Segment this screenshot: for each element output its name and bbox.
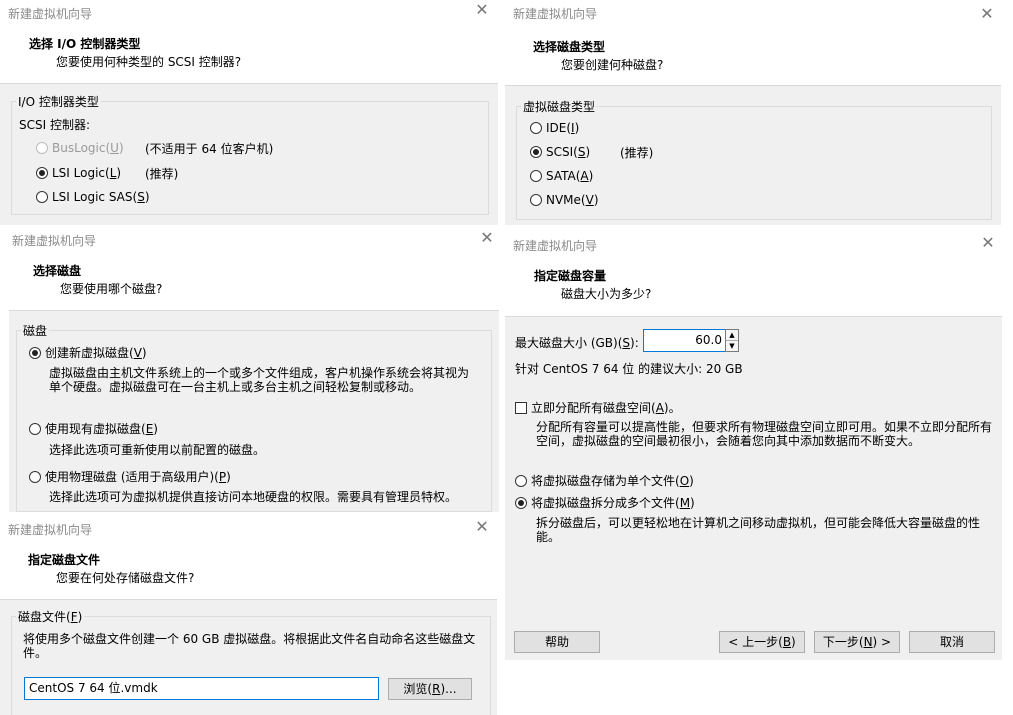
close-icon[interactable]: ✕ [979,6,995,22]
radio-sata[interactable]: SATA(A) [530,169,593,183]
radio-store-single-file[interactable]: 将虚拟磁盘存储为单个文件(O) [515,472,694,489]
dialog-body: 磁盘文件(F) 将使用多个磁盘文件创建一个 60 GB 虚拟磁盘。将根据此文件名… [0,600,497,715]
radio-button[interactable] [29,347,41,359]
window-title: 新建虚拟机向导 [12,234,97,248]
dialog-header: 新建虚拟机向导 ✕ 选择磁盘类型 您要创建何种磁盘? [505,0,1001,86]
page-title: 指定磁盘容量 [534,269,607,283]
cancel-button[interactable]: 取消 [909,631,995,653]
page-title: 选择磁盘 [33,264,82,278]
page-subtitle: 磁盘大小为多少? [561,287,652,301]
dialog-header: 新建虚拟机向导 ✕ 指定磁盘容量 磁盘大小为多少? [505,232,1002,317]
group-label: 磁盘 [23,324,48,338]
browse-button[interactable]: 浏览(R)... [388,678,472,700]
radio-button[interactable] [29,423,41,435]
dialog-body: 最大磁盘大小 (GB)(S): 60.0 ▲ ▼ 针对 CentOS 7 64 … [505,317,1002,660]
dialog-header: 新建虚拟机向导 ✕ 指定磁盘文件 您要在何处存储磁盘文件? [0,514,497,600]
radio-button[interactable] [515,497,527,509]
page-subtitle: 您要在何处存储磁盘文件? [56,571,195,585]
page-subtitle: 您要使用何种类型的 SCSI 控制器? [56,55,242,69]
close-icon[interactable]: ✕ [474,519,490,535]
page-title: 选择 I/O 控制器类型 [29,37,141,51]
allocate-all-checkbox[interactable]: 立即分配所有磁盘空间(A)。 [515,399,681,416]
buslogic-note: (不适用于 64 位客户机) [145,142,274,156]
create-new-disk-desc: 虚拟磁盘由主机文件系统上的一个或多个文件组成，客户机操作系统会将其视为 单个硬盘… [49,366,470,394]
spinner-down-icon[interactable]: ▼ [726,341,738,351]
help-button[interactable]: 帮助 [514,631,600,653]
close-icon[interactable]: ✕ [474,2,490,18]
back-button[interactable]: < 上一步(B) [719,631,805,653]
dialog-header: 新建虚拟机向导 ✕ 选择 I/O 控制器类型 您要使用何种类型的 SCSI 控制… [0,0,498,84]
radio-button[interactable] [530,170,542,182]
scsi-note: (推荐) [620,146,654,160]
checkbox[interactable] [515,402,527,414]
recommended-size-text: 针对 CentOS 7 64 位 的建议大小: 20 GB [515,362,743,376]
page-title: 指定磁盘文件 [28,553,101,567]
page-subtitle: 您要使用哪个磁盘? [60,282,163,296]
radio-ide[interactable]: IDE(I) [530,121,579,135]
window-title: 新建虚拟机向导 [513,239,598,253]
page-title: 选择磁盘类型 [533,40,606,54]
dialog-body: 磁盘 创建新虚拟磁盘(V) 虚拟磁盘由主机文件系统上的一个或多个文件组成，客户机… [9,311,499,512]
radio-scsi[interactable]: SCSI(S) [530,145,590,159]
next-button[interactable]: 下一步(N) > [814,631,900,653]
dialog-body: I/O 控制器类型 SCSI 控制器: BusLogic(U) (不适用于 64… [0,84,498,225]
use-physical-disk-desc: 选择此选项可为虚拟机提供直接访问本地硬盘的权限。需要具有管理员特权。 [49,490,458,504]
window-title: 新建虚拟机向导 [513,7,598,21]
close-icon[interactable]: ✕ [980,235,996,251]
max-disk-size-label: 最大磁盘大小 (GB)(S): [515,336,639,350]
radio-button[interactable] [29,471,41,483]
allocate-all-desc: 分配所有容量可以提高性能，但要求所有物理磁盘空间立即可用。如果不立即分配所有 空… [536,420,993,448]
radio-lsi-logic-sas[interactable]: LSI Logic SAS(S) [36,190,150,204]
disk-capacity-dialog: 新建虚拟机向导 ✕ 指定磁盘容量 磁盘大小为多少? 最大磁盘大小 (GB)(S)… [505,232,1002,660]
disk-file-dialog: 新建虚拟机向导 ✕ 指定磁盘文件 您要在何处存储磁盘文件? 磁盘文件(F) 将使… [0,514,497,715]
radio-create-new-disk[interactable]: 创建新虚拟磁盘(V) [29,344,147,361]
window-title: 新建虚拟机向导 [8,523,93,537]
group-label: 磁盘文件(F) [18,610,83,624]
page-subtitle: 您要创建何种磁盘? [561,58,664,72]
size-spinner[interactable]: ▲ ▼ [725,329,739,352]
radio-button[interactable] [36,142,48,154]
select-disk-dialog: 新建虚拟机向导 ✕ 选择磁盘 您要使用哪个磁盘? 磁盘 创建新虚拟磁盘(V) 虚… [9,227,499,512]
disk-file-input[interactable]: CentOS 7 64 位.vmdk [24,677,379,700]
close-icon[interactable]: ✕ [479,230,495,246]
disk-type-dialog: 新建虚拟机向导 ✕ 选择磁盘类型 您要创建何种磁盘? 虚拟磁盘类型 IDE(I)… [505,0,1001,225]
radio-button[interactable] [36,167,48,179]
radio-use-physical-disk[interactable]: 使用物理磁盘 (适用于高级用户)(P) [29,468,231,485]
dialog-body: 虚拟磁盘类型 IDE(I) SCSI(S) (推荐) SATA(A) NVMe(… [505,86,1001,225]
radio-button[interactable] [530,194,542,206]
radio-use-existing-disk[interactable]: 使用现有虚拟磁盘(E) [29,420,158,437]
spinner-up-icon[interactable]: ▲ [726,330,738,341]
radio-nvme[interactable]: NVMe(V) [530,193,599,207]
use-existing-disk-desc: 选择此选项可重新使用以前配置的磁盘。 [49,443,266,457]
radio-button[interactable] [515,475,527,487]
radio-button[interactable] [36,191,48,203]
max-disk-size-input[interactable]: 60.0 [643,329,727,352]
window-title: 新建虚拟机向导 [8,7,93,21]
scsi-controller-label: SCSI 控制器: [19,118,91,132]
io-controller-dialog: 新建虚拟机向导 ✕ 选择 I/O 控制器类型 您要使用何种类型的 SCSI 控制… [0,0,498,225]
split-files-desc: 拆分磁盘后，可以更轻松地在计算机之间移动虚拟机，但可能会降低大容量磁盘的性 能。 [536,516,981,544]
group-label: I/O 控制器类型 [18,95,99,109]
lsi-logic-note: (推荐) [145,167,179,181]
disk-file-desc: 将使用多个磁盘文件创建一个 60 GB 虚拟磁盘。将根据此文件名自动命名这些磁盘… [23,632,476,660]
radio-button[interactable] [530,146,542,158]
dialog-header: 新建虚拟机向导 ✕ 选择磁盘 您要使用哪个磁盘? [9,227,499,311]
radio-buslogic[interactable]: BusLogic(U) [36,141,124,155]
radio-split-multiple-files[interactable]: 将虚拟磁盘拆分成多个文件(M) [515,494,695,511]
radio-button[interactable] [530,122,542,134]
group-label: 虚拟磁盘类型 [523,100,596,114]
radio-lsi-logic[interactable]: LSI Logic(L) [36,166,121,180]
